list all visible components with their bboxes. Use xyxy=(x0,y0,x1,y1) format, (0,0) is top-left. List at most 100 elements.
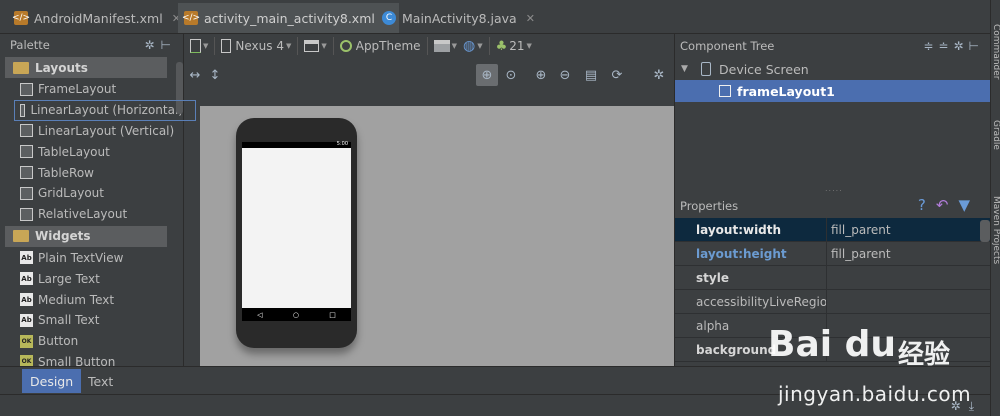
zoom-toolbar: ↔ ↕ ⊕ ⊙ ⊕ ⊖ ▤ ⟳ ✲ xyxy=(184,60,674,88)
gear-icon[interactable]: ✲ xyxy=(951,399,969,413)
palette-item-relativelayout[interactable]: RelativeLayout xyxy=(0,204,183,225)
screenshot-icon[interactable]: ▤ xyxy=(580,64,602,86)
palette-item-linear-vertical[interactable]: LinearLayout (Vertical) xyxy=(0,121,183,142)
zoom-out-icon[interactable]: ⊖ xyxy=(554,64,576,86)
zoom-to-fit-icon[interactable]: ⊕ xyxy=(476,64,498,86)
xml-file-icon: </> xyxy=(181,11,201,25)
property-name: alpha xyxy=(675,314,827,337)
property-value[interactable]: fill_parent xyxy=(827,242,990,265)
device-label: Nexus 4 xyxy=(235,39,284,53)
category-label: Widgets xyxy=(35,229,91,244)
expand-horizontal-icon[interactable]: ↔ xyxy=(184,64,206,86)
collapse-triangle-icon[interactable]: ▼ xyxy=(681,64,695,74)
help-icon[interactable]: ? xyxy=(918,196,936,214)
palette-item-gridlayout[interactable]: GridLayout xyxy=(0,183,183,204)
collapse-all-icon[interactable]: ≐ xyxy=(938,39,953,53)
zoom-in-icon[interactable]: ⊕ xyxy=(530,64,552,86)
expand-vertical-icon[interactable]: ↕ xyxy=(204,64,226,86)
properties-scrollbar[interactable] xyxy=(980,220,990,242)
tab-label: activity_main_activity8.xml xyxy=(204,10,375,26)
component-tree-panel: Component Tree ≑≐✲⊢ ▼ Device Screen fram… xyxy=(674,34,990,194)
palette-item-framelayout[interactable]: FrameLayout xyxy=(0,79,183,100)
stripe-tab-gradle[interactable]: Gradle xyxy=(991,120,1000,150)
status-bar: ✲⤓ xyxy=(0,394,990,416)
undo-icon[interactable]: ↶ xyxy=(936,196,959,214)
property-row-layout-width[interactable]: layout:width fill_parent xyxy=(675,218,990,242)
tab-android-manifest[interactable]: </> AndroidManifest.xml ✕ xyxy=(8,3,187,33)
linear-vertical-icon xyxy=(20,124,33,138)
tree-item-framelayout1[interactable]: frameLayout1 xyxy=(675,80,990,102)
device-icon xyxy=(221,39,232,53)
item-label: Large Text xyxy=(38,271,100,286)
zoom-actual-icon[interactable]: ⊙ xyxy=(500,64,522,86)
text-view-icon: Ab xyxy=(20,272,33,286)
palette-panel: Palette ✲⊢ Layouts FrameLayout LinearLay… xyxy=(0,34,184,369)
palette-category-layouts[interactable]: Layouts xyxy=(5,57,167,78)
tab-design[interactable]: Design xyxy=(22,369,82,393)
palette-item-medium-text[interactable]: Ab Medium Text xyxy=(0,289,183,310)
palette-item-plain-textview[interactable]: Ab Plain TextView xyxy=(0,248,183,269)
right-tool-stripe: Commander Gradle Maven Projects xyxy=(990,0,1000,416)
gear-icon[interactable]: ✲ xyxy=(144,38,160,52)
globe-icon: ◍ xyxy=(462,38,476,54)
design-toolbar: ▼ Nexus 4 ▼ ▼ AppTheme ▼ ◍ ▼ ♣ 21 ▼ xyxy=(184,34,674,58)
refresh-icon[interactable]: ⟳ xyxy=(606,64,628,86)
item-label: Medium Text xyxy=(38,292,115,307)
property-name: layout:width xyxy=(675,218,827,241)
property-row-accessibility-live-region[interactable]: accessibilityLiveRegion xyxy=(675,290,990,314)
phone-screen[interactable] xyxy=(242,148,351,308)
palette-item-small-text[interactable]: Ab Small Text xyxy=(0,310,183,331)
tab-text[interactable]: Text xyxy=(80,369,121,393)
back-icon: ◁ xyxy=(257,310,263,319)
gear-icon[interactable]: ✲ xyxy=(648,64,670,86)
close-icon[interactable]: ✕ xyxy=(526,12,535,25)
component-tree-header: Component Tree ≑≐✲⊢ xyxy=(675,34,990,58)
render-options-button[interactable]: ▼ xyxy=(190,39,208,53)
splitter-handle[interactable]: ..... xyxy=(825,184,843,193)
property-value[interactable]: fill_parent xyxy=(827,218,990,241)
palette-category-widgets[interactable]: Widgets xyxy=(5,225,167,247)
tree-item-device-screen[interactable]: ▼ Device Screen xyxy=(675,58,990,80)
design-canvas[interactable]: 5:00 ◁ ○ □ xyxy=(200,106,674,366)
gear-icon[interactable]: ✲ xyxy=(953,39,968,53)
activity-selector[interactable]: ▼ xyxy=(433,40,457,52)
filter-icon[interactable]: ▼ xyxy=(958,196,980,214)
palette-item-tablerow[interactable]: TableRow xyxy=(0,162,183,183)
properties-panel: Properties ?↶▼ layout:width fill_parent … xyxy=(674,194,990,366)
property-row-background[interactable]: background xyxy=(675,338,990,362)
palette-item-large-text[interactable]: Ab Large Text xyxy=(0,268,183,289)
grid-layout-icon xyxy=(20,186,33,200)
property-row-style[interactable]: style xyxy=(675,266,990,290)
api-level-selector[interactable]: ♣ 21 ▼ xyxy=(496,39,532,54)
hide-panel-icon[interactable]: ⊢ xyxy=(161,38,177,52)
item-label: Plain TextView xyxy=(38,250,124,265)
property-value[interactable] xyxy=(827,266,990,289)
frame-layout-icon xyxy=(719,85,731,97)
property-value[interactable] xyxy=(827,314,990,337)
palette-item-button[interactable]: OK Button xyxy=(0,331,183,352)
tab-main-activity-java[interactable]: C MainActivity8.java ✕ xyxy=(376,3,541,33)
property-row-alpha[interactable]: alpha xyxy=(675,314,990,338)
table-layout-icon xyxy=(20,145,33,159)
property-name: background xyxy=(675,338,827,361)
property-value[interactable] xyxy=(827,338,990,361)
orientation-button[interactable]: ▼ xyxy=(304,40,327,52)
hide-panel-icon[interactable]: ⊢ xyxy=(969,39,984,53)
expand-all-icon[interactable]: ≑ xyxy=(923,39,938,53)
download-icon[interactable]: ⤓ xyxy=(969,399,982,413)
property-value[interactable] xyxy=(827,290,990,313)
item-label: Button xyxy=(38,334,79,349)
activity-icon xyxy=(433,40,450,52)
tab-activity-main-xml[interactable]: </> activity_main_activity8.xml ✕ xyxy=(178,3,400,33)
locale-selector[interactable]: ◍ ▼ xyxy=(463,38,483,54)
property-name: style xyxy=(675,266,827,289)
orientation-icon xyxy=(304,40,320,52)
device-selector[interactable]: Nexus 4 ▼ xyxy=(221,39,291,53)
palette-item-tablelayout[interactable]: TableLayout xyxy=(0,141,183,162)
property-row-layout-height[interactable]: layout:height fill_parent xyxy=(675,242,990,266)
item-label: RelativeLayout xyxy=(38,207,128,222)
item-label: GridLayout xyxy=(38,186,104,201)
stripe-tab-maven-projects[interactable]: Maven Projects xyxy=(991,196,1000,264)
stripe-tab-commander[interactable]: Commander xyxy=(991,24,1000,80)
theme-selector[interactable]: AppTheme xyxy=(339,39,421,53)
